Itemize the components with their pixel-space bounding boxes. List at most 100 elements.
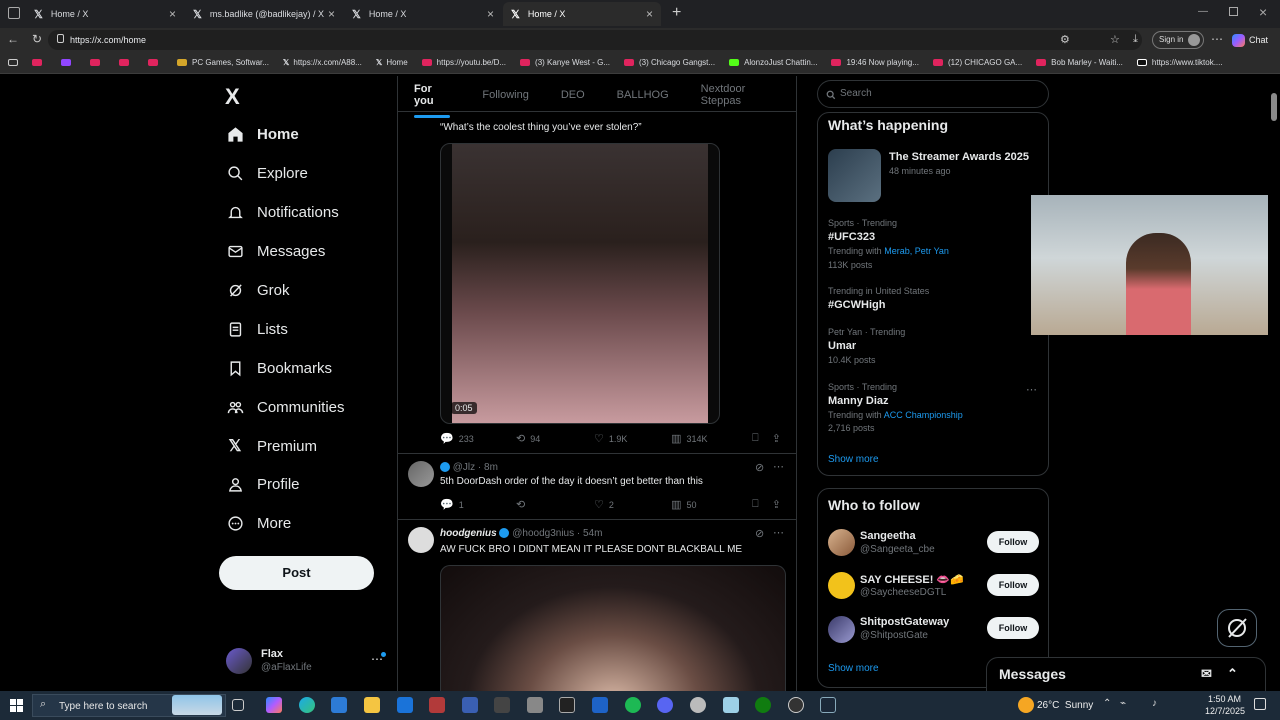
share-button[interactable]: ⇪ [772,432,786,445]
nav-premium[interactable]: 𝕏 Premium [226,437,317,456]
post-button[interactable]: Post [219,556,374,590]
nav-bookmarks[interactable]: Bookmarks [226,359,332,377]
tweet-author[interactable]: hoodgenius [440,528,497,539]
steam-icon[interactable] [820,697,836,713]
restore-icon[interactable] [1229,7,1238,16]
tweet-time[interactable]: 8m [484,462,498,473]
nav-profile[interactable]: Profile [226,475,300,493]
download-icon[interactable]: ⤓ [1133,33,1138,46]
app-icon[interactable] [592,697,608,713]
bookmark-item[interactable]: 𝕏https://x.com/A88... [283,58,362,67]
show-more-link[interactable]: Show more [828,454,879,465]
bookmark-youtube[interactable] [32,59,47,66]
follow-button[interactable]: Follow [987,574,1039,596]
bookmark-item[interactable]: (3) Kanye West - G... [520,58,610,67]
nav-grok[interactable]: Grok [226,281,290,299]
reply-button[interactable]: 💬 233 [440,432,516,445]
refresh-icon[interactable]: ↻ [26,32,48,46]
bookmark-item[interactable]: 𝕏 Home [376,58,408,67]
favorites-icon[interactable]: ☆ [1110,33,1120,46]
bookmark-youtube[interactable] [119,59,134,66]
clock-date[interactable]: 12/7/2025 [1205,706,1245,716]
like-button[interactable]: ♡ 2 [594,498,671,511]
bookmark-item[interactable]: 19:46 Now playing... [831,58,919,67]
scrollbar-thumb[interactable] [1271,93,1277,121]
share-button[interactable]: ⇪ [772,498,786,511]
tab-actions-icon[interactable] [8,7,20,19]
tab-following[interactable]: Following [466,89,544,101]
grok-fab-button[interactable] [1217,609,1257,647]
compose-message-icon[interactable]: ✉ [1201,658,1212,690]
app-icon[interactable] [527,697,543,713]
event-thumbnail[interactable] [828,149,881,202]
nav-explore[interactable]: Explore [226,164,308,182]
mail-icon[interactable] [397,697,413,713]
app-icon[interactable] [723,697,739,713]
more-icon[interactable]: ⋯ [1211,32,1223,46]
collections-icon[interactable] [8,59,18,66]
signin-button[interactable]: Sign in [1152,31,1204,49]
grok-icon[interactable]: ⊘ [755,527,764,540]
bookmark-button[interactable]: ⎕ [752,432,772,445]
back-icon[interactable]: ← [2,32,24,46]
app-icon[interactable] [462,697,478,713]
repost-button[interactable]: ⟲ 94 [516,432,594,445]
bookmark-button[interactable]: ⎕ [752,498,772,511]
close-icon[interactable]: × [169,7,176,21]
messages-drawer[interactable]: Messages ✉ ⌃ [986,657,1266,691]
scrollbar[interactable] [1268,76,1280,691]
copilot-chat-button[interactable]: Chat [1232,31,1276,49]
more-icon[interactable]: ⋯ [773,526,784,539]
edge-icon[interactable] [299,697,315,713]
tab-ballhog[interactable]: BALLHOG [601,89,685,101]
avatar[interactable] [408,461,434,487]
browser-tab-4[interactable]: 𝕏 Home / X × [503,2,661,26]
featured-event-title[interactable]: The Streamer Awards 2025 [889,151,1029,163]
show-more-link[interactable]: Show more [828,663,879,674]
nav-lists[interactable]: Lists [226,320,288,338]
close-icon[interactable]: × [487,7,494,21]
nav-communities[interactable]: Communities [226,398,345,416]
speaker-icon[interactable]: ♪ [1152,698,1157,709]
network-icon[interactable]: ⌁ [1120,698,1126,709]
nav-messages[interactable]: Messages [226,242,325,260]
follow-button[interactable]: Follow [987,531,1039,553]
bookmark-youtube[interactable] [148,59,163,66]
reply-button[interactable]: 💬 1 [440,498,516,511]
close-icon[interactable]: × [646,7,653,21]
extensions-icon[interactable]: ⚙ [1060,33,1070,46]
app-icon[interactable] [788,697,804,713]
close-icon[interactable]: × [328,7,335,21]
file-explorer-icon[interactable] [364,697,380,713]
avatar[interactable] [408,527,434,553]
copilot-icon[interactable] [266,697,282,713]
bookmark-item[interactable]: (3) Chicago Gangst... [624,58,715,67]
like-button[interactable]: ♡ 1.9K [594,432,671,445]
views-button[interactable]: ▥ 314K [671,432,752,445]
chevron-up-icon[interactable]: ⌃ [1103,698,1111,709]
more-icon[interactable]: ⋯ [773,460,784,473]
bookmark-item[interactable]: (12) CHICAGO GA... [932,58,1022,67]
bookmark-twitch[interactable] [61,59,76,66]
bookmark-item[interactable]: https://youtu.be/D... [421,58,506,67]
app-icon[interactable] [494,697,510,713]
tweet-time[interactable]: 54m [583,528,602,539]
tweet-handle[interactable]: @Jlz [453,462,475,473]
url-field[interactable]: https://x.com/home [48,30,1142,50]
notification-icon[interactable] [1254,698,1266,710]
grok-icon[interactable]: ⊘ [755,461,764,474]
tab-deo[interactable]: DEO [545,89,601,101]
browser-tab-2[interactable]: 𝕏ms.badlike (@badlikejay) / X × [185,2,343,26]
bookmark-youtube[interactable] [90,59,105,66]
xbox-icon[interactable] [755,697,771,713]
clock-time[interactable]: 1:50 AM [1208,694,1241,704]
search-input[interactable]: Search [817,80,1049,108]
bookmark-item[interactable]: AlonzoJust Chattin... [729,58,817,67]
discord-icon[interactable] [657,697,673,713]
chevron-up-icon[interactable]: ⌃ [1227,658,1238,690]
bookmark-item[interactable]: Bob Marley - Waiti... [1036,58,1123,67]
task-view-icon[interactable] [232,699,244,711]
tab-nextdoor-steppas[interactable]: Nextdoor Steppas [685,83,796,107]
trend-with-value[interactable]: Merab, Petr Yan [884,246,949,256]
app-icon[interactable] [690,697,706,713]
